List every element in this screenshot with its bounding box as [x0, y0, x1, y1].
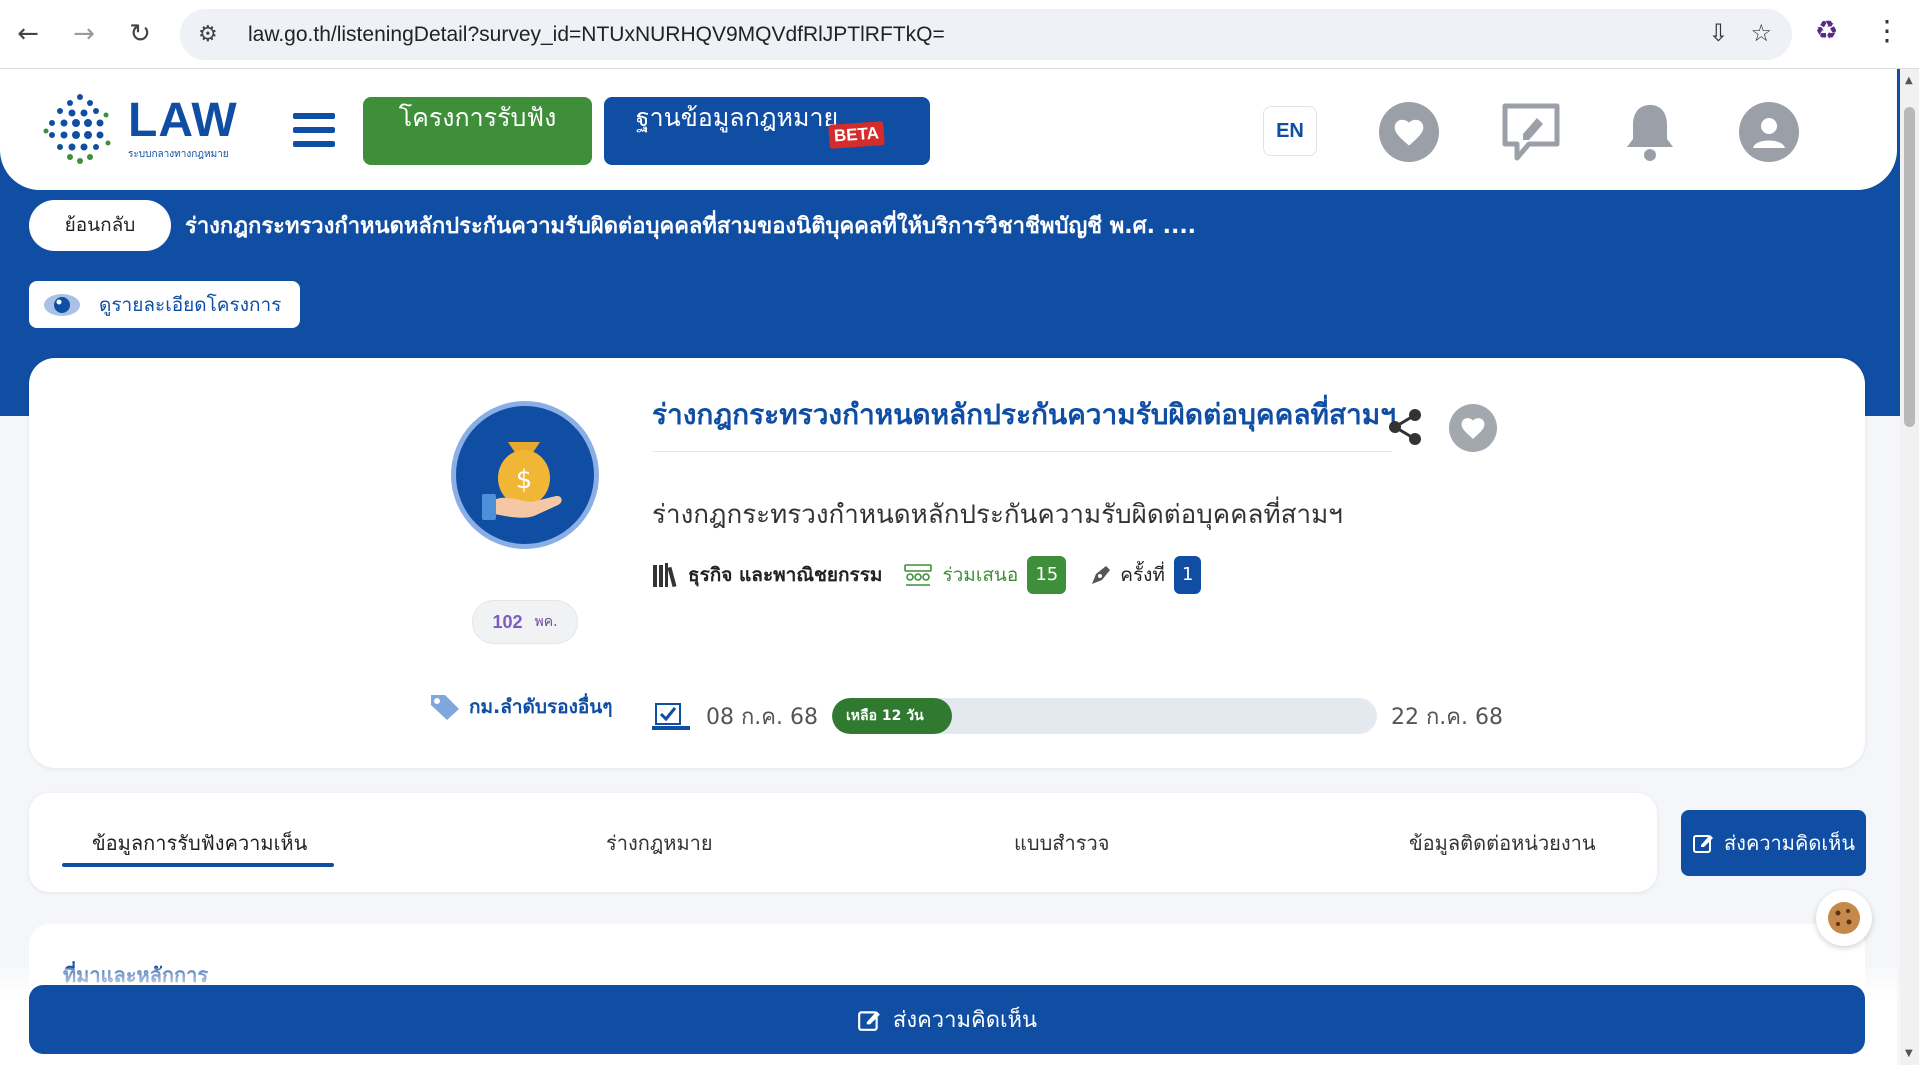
- scroll-down-icon[interactable]: ▼: [1905, 1048, 1913, 1059]
- start-date: 08 ก.ค. 68: [706, 704, 818, 730]
- agency-badge: 102 พค.: [472, 600, 578, 644]
- send-comment-label: ส่งความคิดเห็น: [1723, 831, 1856, 855]
- books-icon: [653, 563, 677, 588]
- scroll-up-icon[interactable]: ▲: [1905, 75, 1913, 86]
- law-type-tag: กม.ลำดับรองอื่นๆ: [469, 696, 613, 718]
- detail-tabs: ข้อมูลการรับฟังความเห็น ร่างกฎหมาย แบบสำ…: [29, 793, 1657, 892]
- tab-draft-law[interactable]: ร่างกฎหมาย: [606, 827, 713, 859]
- scrollbar-thumb[interactable]: [1904, 107, 1915, 427]
- end-date: 22 ก.ค. 68: [1391, 704, 1503, 730]
- cookie-settings-icon[interactable]: [1816, 890, 1872, 946]
- project-subtitle: ร่างกฎกระทรวงกำหนดหลักประกันความรับผิดต่…: [652, 500, 1343, 530]
- favorites-heart-icon[interactable]: [1379, 102, 1439, 162]
- reload-icon[interactable]: ↻: [120, 14, 160, 54]
- agency-logo-mark: 102: [492, 611, 523, 632]
- project-meta: ธุรกิจ และพาณิชยกรรม ร่วมเสนอ 15 ครั้งที…: [652, 556, 1202, 594]
- category-label: ธุรกิจ และพาณิชยกรรม: [688, 564, 883, 586]
- tab-survey[interactable]: แบบสำรวจ: [1014, 827, 1109, 859]
- view-project-detail-label: ดูรายละเอียดโครงการ: [99, 293, 282, 316]
- nav-listening-button[interactable]: โครงการรับฟัง: [363, 97, 592, 165]
- agency-abbr: พค.: [534, 614, 558, 630]
- pen-icon: [1092, 566, 1111, 584]
- browser-menu-icon[interactable]: ⋮: [1873, 14, 1901, 47]
- page-heading: ร่างกฎกระทรวงกำหนดหลักประกันความรับผิดต่…: [185, 214, 1197, 239]
- site-settings-icon[interactable]: ⚙: [198, 22, 238, 47]
- svg-text:$: $: [516, 465, 533, 495]
- user-avatar-icon[interactable]: [1739, 102, 1799, 162]
- send-comment-bottom-label: ส่งความคิดเห็น: [892, 1008, 1038, 1033]
- address-bar[interactable]: ⚙ law.go.th/listeningDetail?survey_id=NT…: [180, 9, 1792, 60]
- nav-lawdb-button[interactable]: ฐานข้อมูลกฎหมาย BETA: [604, 97, 930, 165]
- back-arrow-icon[interactable]: ←: [8, 14, 48, 54]
- tab-listening-info[interactable]: ข้อมูลการรับฟังความเห็น: [92, 827, 307, 859]
- logo-text: LAW: [128, 94, 238, 147]
- timeline-row: 08 ก.ค. 68 เหลือ 12 วัน 22 ก.ค. 68: [652, 698, 1503, 734]
- site-header: LAW ระบบกลางทางกฎหมาย โครงการรับฟัง ฐานข…: [0, 69, 1897, 190]
- favorite-heart-icon[interactable]: [1449, 404, 1497, 452]
- tab-contact-agency[interactable]: ข้อมูลติดต่อหน่วยงาน: [1409, 827, 1596, 859]
- beta-badge: BETA: [828, 121, 885, 149]
- view-project-detail-button[interactable]: ดูรายละเอียดโครงการ: [29, 281, 300, 328]
- bookmark-star-icon[interactable]: ☆: [1750, 19, 1772, 47]
- back-button[interactable]: ย้อนกลับ: [29, 200, 171, 251]
- listening-progress-bar: เหลือ 12 วัน: [832, 698, 1377, 734]
- edit-icon: [857, 1010, 880, 1031]
- remaining-days-fill: เหลือ 12 วัน: [832, 698, 952, 734]
- language-toggle[interactable]: EN: [1263, 106, 1317, 156]
- round-badge: 1: [1173, 556, 1202, 594]
- money-bag-hand-icon: $: [482, 442, 562, 520]
- participants-count-badge: 15: [1027, 556, 1067, 594]
- logo-subtitle: ระบบกลางทางกฎหมาย: [128, 149, 229, 160]
- logo-dots-icon: [43, 94, 111, 164]
- edit-icon: [1692, 835, 1713, 853]
- calendar-check-icon: [652, 703, 690, 730]
- people-icon: [904, 564, 933, 586]
- browser-toolbar: ← → ↻ ⚙ law.go.th/listeningDetail?survey…: [0, 0, 1919, 69]
- install-icon[interactable]: ⇩: [1708, 19, 1728, 47]
- participants-label: ร่วมเสนอ: [942, 564, 1019, 586]
- law-logo[interactable]: LAW ระบบกลางทางกฎหมาย: [40, 91, 255, 171]
- feedback-speech-icon[interactable]: [1499, 100, 1563, 164]
- eye-icon: [44, 293, 80, 316]
- send-comment-button[interactable]: ส่งความคิดเห็น: [1681, 810, 1866, 876]
- page-scrollbar[interactable]: ▲ ▼: [1900, 69, 1919, 1065]
- url-text: law.go.th/listeningDetail?survey_id=NTUx…: [248, 22, 945, 46]
- project-title: ร่างกฎกระทรวงกำหนดหลักประกันความรับผิดต่…: [652, 393, 1396, 452]
- share-icon[interactable]: [1387, 408, 1423, 446]
- project-avatar: $: [451, 401, 599, 549]
- hamburger-menu-icon[interactable]: [293, 113, 335, 147]
- active-tab-indicator: [62, 863, 334, 867]
- round-label: ครั้งที่: [1120, 564, 1165, 586]
- tag-icon: [431, 695, 459, 720]
- send-comment-bottom-button[interactable]: ส่งความคิดเห็น: [29, 985, 1865, 1054]
- nav-lawdb-label: ฐานข้อมูลกฎหมาย: [635, 103, 839, 132]
- extension-icon[interactable]: ♻: [1815, 16, 1838, 46]
- tag-row: กม.ลำดับรองอื่นๆ: [429, 692, 612, 722]
- notification-bell-icon[interactable]: [1621, 101, 1679, 163]
- forward-arrow-icon[interactable]: →: [64, 14, 104, 54]
